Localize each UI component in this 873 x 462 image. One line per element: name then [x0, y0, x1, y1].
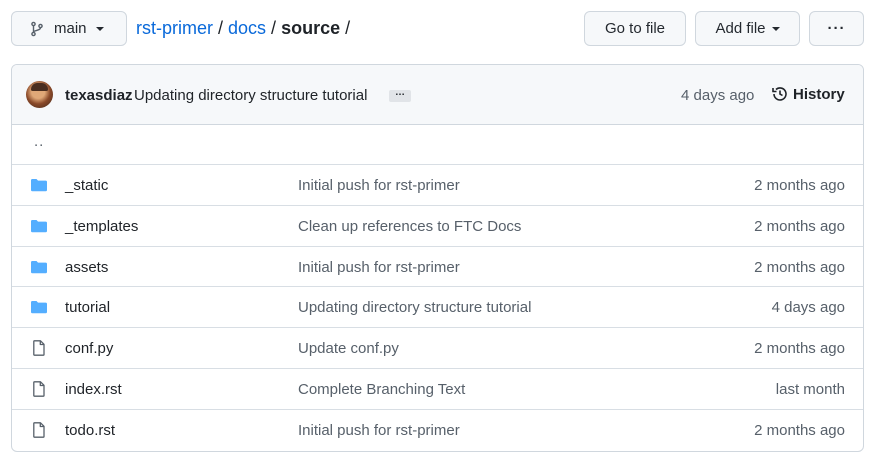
chevron-down-icon — [95, 26, 104, 31]
breadcrumb-separator: / — [345, 18, 351, 38]
breadcrumb-separator: / — [271, 18, 277, 38]
file-name-link[interactable]: tutorial — [65, 299, 110, 316]
file-commit-message-link[interactable]: Update conf.py — [298, 340, 399, 357]
file-icon — [33, 340, 45, 357]
breadcrumb-docs-link[interactable]: docs — [228, 18, 266, 39]
file-row[interactable]: _templates Clean up references to FTC Doc… — [12, 206, 863, 247]
file-commit-time: 2 months ago — [754, 340, 845, 358]
file-name-link[interactable]: conf.py — [65, 340, 113, 357]
parent-directory-link[interactable]: .. — [34, 133, 44, 150]
file-name-link[interactable]: _static — [65, 177, 108, 194]
go-to-file-button[interactable]: Go to file — [584, 11, 686, 46]
file-commit-time: 2 months ago — [754, 217, 845, 235]
commit-author-link[interactable]: texasdiaz — [65, 87, 133, 104]
file-commit-time: last month — [775, 380, 845, 398]
file-icon — [33, 421, 45, 438]
history-label: History — [793, 85, 845, 103]
breadcrumb-separator: / — [218, 18, 224, 38]
file-commit-time: 4 days ago — [771, 299, 845, 317]
file-row[interactable]: conf.py Update conf.py 2 months ago — [12, 328, 863, 369]
file-commit-message-link[interactable]: Initial push for rst-primer — [298, 422, 460, 439]
branch-selector-button[interactable]: main — [11, 11, 127, 46]
breadcrumb-current: source — [281, 18, 341, 38]
file-row[interactable]: assets Initial push for rst-primer 2 month… — [12, 247, 863, 288]
file-name-link[interactable]: assets — [65, 259, 108, 276]
commit-time: 4 days ago — [681, 87, 755, 104]
more-options-button[interactable]: ··· — [809, 11, 864, 46]
parent-directory-row[interactable]: .. — [12, 125, 863, 165]
folder-icon — [31, 301, 47, 314]
file-commit-time: 2 months ago — [754, 421, 845, 439]
file-row[interactable]: index.rst Complete Branching Text last mon… — [12, 369, 863, 410]
file-name-link[interactable]: index.rst — [65, 381, 122, 398]
breadcrumb-repo-link[interactable]: rst-primer — [136, 18, 213, 39]
file-row[interactable]: tutorial Updating directory structure tut… — [12, 287, 863, 329]
folder-icon — [31, 260, 47, 273]
file-name-link[interactable]: todo.rst — [65, 422, 115, 439]
git-branch-icon — [31, 21, 43, 36]
avatar[interactable] — [26, 81, 53, 108]
file-commit-time: 2 months ago — [754, 258, 845, 276]
folder-icon — [31, 179, 47, 192]
file-commit-message-link[interactable]: Initial push for rst-primer — [298, 177, 460, 194]
file-commit-message-link[interactable]: Updating directory structure tutorial — [298, 299, 531, 316]
branch-name: main — [54, 20, 87, 37]
kebab-horizontal-icon: ··· — [827, 20, 846, 37]
file-name-link[interactable]: _templates — [65, 218, 138, 235]
go-to-file-label: Go to file — [604, 20, 666, 37]
breadcrumb: rst-primer / docs / source / — [136, 18, 355, 39]
file-commit-time: 2 months ago — [754, 177, 845, 194]
latest-commit-bar: texasdiaz Updating directory structure t… — [12, 65, 863, 125]
chevron-down-icon — [771, 26, 780, 31]
file-row[interactable]: todo.rst Initial push for rst-primer 2 mon… — [12, 410, 863, 451]
folder-icon — [31, 219, 47, 232]
file-icon — [33, 381, 45, 397]
add-file-label: Add file — [715, 20, 766, 37]
commit-message-link[interactable]: Updating directory structure tutorial — [134, 87, 367, 104]
file-commit-message-link[interactable]: Complete Branching Text — [298, 381, 465, 398]
add-file-button[interactable]: Add file — [695, 11, 800, 46]
history-link[interactable]: History — [771, 85, 845, 103]
file-row[interactable]: _static Initial push for rst-primer 2 mont… — [12, 165, 863, 206]
history-icon — [772, 87, 787, 101]
file-commit-message-link[interactable]: Clean up references to FTC Docs — [298, 218, 521, 235]
commit-expand-button[interactable]: … — [389, 88, 411, 102]
file-browser: texasdiaz Updating directory structure t… — [11, 64, 864, 452]
file-commit-message-link[interactable]: Initial push for rst-primer — [298, 259, 460, 276]
